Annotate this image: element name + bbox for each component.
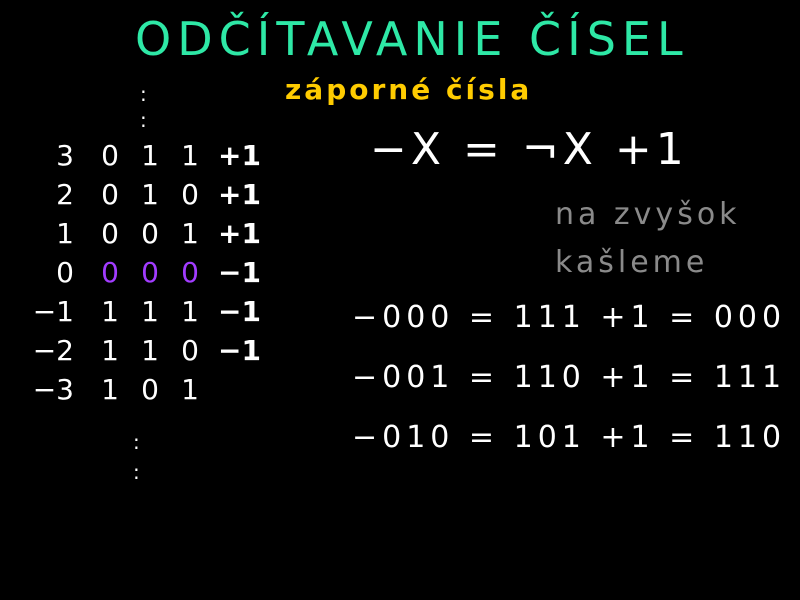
- table-row: −1 1 1 1 −1: [28, 292, 264, 331]
- bit-cell: 1: [181, 373, 199, 406]
- bit-cell: 1: [101, 295, 119, 328]
- step-label: −1: [218, 256, 261, 289]
- table-row: 2 0 1 0 +1: [28, 175, 264, 214]
- bit-cell: 0: [181, 334, 199, 367]
- decimal-value: −3: [32, 373, 74, 406]
- step-label: −1: [218, 334, 261, 367]
- equation-2: −001 = 110 +1 = 111: [352, 360, 787, 395]
- step-label: +1: [218, 139, 261, 172]
- dots-bottom-2: :: [133, 460, 140, 484]
- bit-cell: 1: [181, 295, 199, 328]
- decimal-value: 1: [56, 217, 74, 250]
- table-row: −2 1 1 0 −1: [28, 331, 264, 370]
- bit-cell: 0: [141, 217, 159, 250]
- table-row: −3 1 0 1: [28, 370, 264, 409]
- decimal-value: −2: [32, 334, 74, 367]
- dots-top: :: [140, 82, 147, 106]
- page-subtitle: záporné čísla: [285, 73, 533, 106]
- note-line-1: na zvyšok: [555, 197, 741, 232]
- step-label: +1: [218, 217, 261, 250]
- decimal-value: 0: [56, 256, 74, 289]
- bit-cell: 0: [181, 178, 199, 211]
- note-line-2: kašleme: [555, 245, 709, 280]
- bit-cell: 0: [141, 256, 159, 289]
- page-title: ODČÍTAVANIE ČÍSEL: [135, 12, 689, 66]
- bit-cell: 1: [141, 334, 159, 367]
- table-row: 0 0 0 0 −1: [28, 253, 264, 292]
- step-label: +1: [218, 178, 261, 211]
- bit-cell: 1: [141, 139, 159, 172]
- step-label: −1: [218, 295, 261, 328]
- bit-cell: 1: [141, 295, 159, 328]
- bit-cell: 0: [141, 373, 159, 406]
- decimal-value: 3: [56, 139, 74, 172]
- equation-1: −000 = 111 +1 = 000: [352, 300, 787, 335]
- bit-cell: 0: [101, 178, 119, 211]
- decimal-value: −1: [32, 295, 74, 328]
- bit-cell: 1: [141, 178, 159, 211]
- bit-cell: 0: [101, 217, 119, 250]
- bit-cell: 0: [101, 139, 119, 172]
- step-label: [210, 370, 264, 409]
- table-row: 1 0 0 1 +1: [28, 214, 264, 253]
- bit-cell: 1: [181, 139, 199, 172]
- dots-top-2: :: [140, 108, 147, 132]
- binary-table: 3 0 1 1 +1 2 0 1 0 +1 1 0 0 1 +1 0 0 0 0 −1 −1 1 1 1 −1 −2 1 1 0 −1 −3…: [28, 136, 264, 409]
- bit-cell: 1: [101, 373, 119, 406]
- bit-cell: 1: [181, 217, 199, 250]
- dots-bottom: :: [133, 430, 140, 454]
- bit-cell: 0: [101, 256, 119, 289]
- negation-formula: −X = ¬X +1: [370, 124, 688, 175]
- equation-3: −010 = 101 +1 = 110: [352, 420, 787, 455]
- table-row: 3 0 1 1 +1: [28, 136, 264, 175]
- bit-cell: 0: [181, 256, 199, 289]
- decimal-value: 2: [56, 178, 74, 211]
- bit-cell: 1: [101, 334, 119, 367]
